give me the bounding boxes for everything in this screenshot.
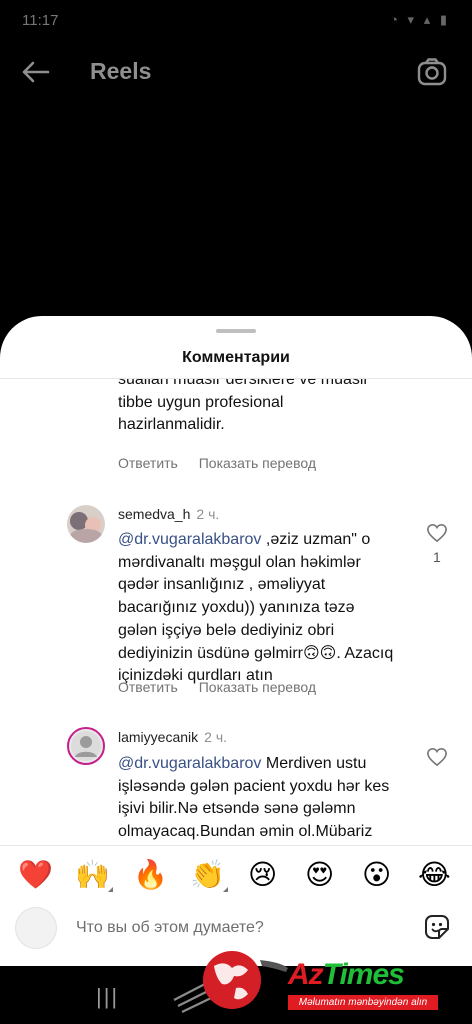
comment-username[interactable]: semedva_h 2 ч.: [118, 506, 219, 522]
comment-input[interactable]: [76, 915, 396, 941]
emoji-heart-eyes[interactable]: 😍: [305, 859, 334, 891]
avatar: [15, 907, 57, 949]
comment-time: 2 ч.: [196, 506, 220, 522]
comment-actions: Ответить Показать перевод: [118, 455, 333, 471]
emoji-crying[interactable]: 😢: [248, 859, 277, 891]
camera-button[interactable]: [416, 56, 448, 88]
comments-sheet: Комментарии suallari muasir dersiklere v…: [0, 316, 472, 966]
avatar[interactable]: [67, 505, 105, 543]
variant-caret-icon: [223, 887, 228, 892]
emoji-laughing[interactable]: 😂: [418, 859, 451, 891]
comment-line: tibbe uygun profesional: [118, 393, 284, 411]
emoji-fire[interactable]: 🔥: [133, 859, 168, 891]
like-count: 1: [433, 549, 441, 565]
back-button[interactable]: [18, 58, 52, 86]
default-avatar-icon: [71, 731, 101, 761]
watermark-slogan: Məlumatın mənbəyindən alın: [288, 995, 438, 1010]
heart-icon[interactable]: [426, 523, 448, 543]
comment-text: @dr.vugaralakbarov ,əziz uzman" o mərdiv…: [118, 529, 398, 688]
comment-line: hazirlanmalidir.: [118, 416, 225, 434]
page-title: Reels: [90, 58, 152, 84]
comment-text: suallari muasir dersiklere ve muasir tib…: [118, 379, 398, 437]
username[interactable]: semedva_h: [118, 506, 190, 522]
sticker-icon[interactable]: [423, 913, 451, 941]
comment-username[interactable]: lamiyyecanik 2 ч.: [118, 729, 227, 745]
recent-apps-button[interactable]: |||: [96, 984, 119, 1010]
reply-button[interactable]: Ответить: [118, 455, 178, 471]
watermark-logo: AzTimes Məlumatın mənbəyindən alın: [170, 940, 470, 1020]
brand-part-a: Az: [288, 958, 324, 991]
avatar[interactable]: [67, 727, 105, 765]
drag-handle[interactable]: [216, 329, 256, 333]
comment-time: 2 ч.: [204, 729, 227, 745]
emoji-heart[interactable]: ❤️: [18, 859, 53, 891]
comment-text: @dr.vugaralakbarov Merdiven ustu işləsən…: [118, 753, 398, 845]
status-bar: 11:17 ◔ ▾ ▴ ▮: [0, 0, 472, 40]
camera-icon: [417, 58, 447, 86]
comment-body: ,əziz uzman" o mərdivanaltı məşgul olan …: [118, 531, 394, 685]
comments-list[interactable]: suallari muasir dersiklere ve muasir tib…: [0, 379, 472, 845]
status-icons: ◔ ▾ ▴ ▮: [390, 12, 450, 27]
sheet-title: Комментарии: [182, 349, 290, 366]
top-bar: Reels: [0, 48, 472, 96]
translate-button[interactable]: Показать перевод: [199, 679, 316, 695]
comment-line: suallari muasir dersiklere ve muasir: [118, 379, 369, 388]
translate-button[interactable]: Показать перевод: [199, 455, 316, 471]
username[interactable]: lamiyyecanik: [118, 729, 198, 745]
comment-actions: Ответить Показать перевод: [118, 679, 333, 695]
emoji-clap[interactable]: 👏: [190, 859, 225, 891]
back-arrow-icon: [22, 61, 50, 83]
mention-link[interactable]: @dr.vugaralakbarov: [118, 755, 261, 772]
status-time: 11:17: [22, 12, 59, 29]
brand-part-b: Times: [322, 958, 405, 991]
mention-link[interactable]: @dr.vugaralakbarov: [118, 531, 261, 548]
avatar-photo-icon: [67, 505, 105, 543]
heart-icon[interactable]: [426, 747, 448, 767]
watermark-brand: AzTimes: [288, 958, 405, 992]
emoji-raised-hands[interactable]: 🙌: [75, 859, 110, 891]
globe-logo-icon: [173, 951, 288, 1013]
emoji-bar: ❤️ 🙌 🔥 👏 😢 😍 😮 😂: [0, 845, 472, 905]
emoji-surprised[interactable]: 😮: [362, 859, 391, 891]
variant-caret-icon: [108, 887, 113, 892]
reply-button[interactable]: Ответить: [118, 679, 178, 695]
